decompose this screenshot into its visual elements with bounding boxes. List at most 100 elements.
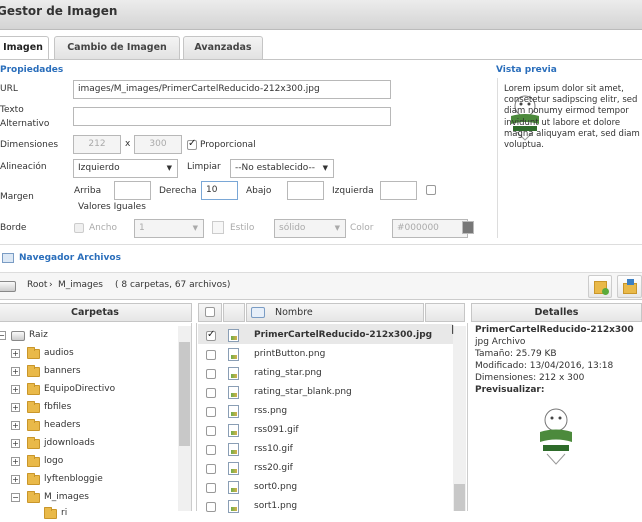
file-name[interactable]: PrimerCartelReducido-212x300.jpg: [254, 326, 432, 345]
new-folder-button[interactable]: [588, 275, 612, 298]
tree-folder-item[interactable]: lyftenbloggie: [44, 470, 103, 488]
expand-icon[interactable]: +: [11, 457, 20, 466]
height-input[interactable]: 300: [134, 135, 182, 154]
window-title-bar: Gestor de Imagen: [0, 0, 642, 30]
color-picker-icon[interactable]: [462, 221, 474, 234]
file-name[interactable]: rss10.gif: [254, 440, 293, 459]
clear-value: --No establecido--: [235, 163, 315, 173]
expand-icon[interactable]: −: [11, 493, 20, 502]
image-file-icon: [228, 443, 239, 456]
image-file-icon: [228, 424, 239, 437]
expand-icon[interactable]: +: [11, 349, 20, 358]
margin-left-input[interactable]: [380, 181, 417, 200]
expand-icon[interactable]: +: [11, 403, 20, 412]
file-checkbox[interactable]: [206, 445, 216, 455]
path-root[interactable]: Root: [27, 280, 47, 290]
tree-folder-item[interactable]: banners: [44, 362, 81, 380]
folder-scroll-thumb[interactable]: [179, 342, 190, 446]
file-name[interactable]: rss.png: [254, 402, 287, 421]
select-all-checkbox[interactable]: [205, 307, 215, 317]
tree-folder-item[interactable]: jdownloads: [44, 434, 95, 452]
border-style-value: sólido: [279, 223, 306, 233]
width-input[interactable]: 212: [73, 135, 121, 154]
file-checkbox[interactable]: [206, 407, 216, 417]
margin-bottom-input[interactable]: [287, 181, 324, 200]
detail-size: Tamaño: 25.79 KB: [475, 349, 557, 359]
file-checkbox[interactable]: [206, 388, 216, 398]
proportional-label: Proporcional: [200, 140, 256, 150]
clear-select[interactable]: --No establecido-- ▼: [230, 159, 334, 178]
tree-folder-item[interactable]: EquipoDirectivo: [44, 380, 115, 398]
border-style-select[interactable]: sólido ▼: [274, 219, 346, 238]
alt-input[interactable]: [73, 107, 391, 126]
navigator-divider: [0, 244, 642, 245]
file-name[interactable]: rss091.gif: [254, 421, 299, 440]
tab-cambio-de-imagen[interactable]: Cambio de Imagen: [54, 36, 180, 59]
border-color-label: Color: [350, 223, 374, 233]
file-name[interactable]: sort0.png: [254, 478, 297, 497]
url-input[interactable]: images/M_images/PrimerCartelReducido-212…: [73, 80, 391, 99]
file-checkbox[interactable]: [206, 483, 216, 493]
border-checkbox[interactable]: [74, 223, 84, 233]
expand-icon[interactable]: +: [11, 475, 20, 484]
file-scrollbar[interactable]: [453, 326, 466, 511]
margin-right-input[interactable]: 10: [201, 181, 238, 200]
image-file-icon: [228, 462, 239, 475]
file-name[interactable]: printButton.png: [254, 345, 325, 364]
file-scroll-thumb[interactable]: [454, 484, 465, 511]
collapse-icon[interactable]: −: [0, 331, 6, 340]
border-width-select[interactable]: 1 ▼: [134, 219, 204, 238]
file-checkbox[interactable]: [206, 329, 216, 341]
align-label: Alineación: [0, 162, 47, 172]
window-title: Gestor de Imagen: [0, 4, 118, 18]
drive-icon: [0, 281, 16, 292]
image-file-icon: [228, 386, 239, 399]
plus-badge-icon: [602, 288, 609, 295]
file-name[interactable]: rss20.gif: [254, 459, 293, 478]
file-checkbox[interactable]: [206, 464, 216, 474]
file-checkbox[interactable]: [206, 350, 216, 360]
file-name[interactable]: sort1.png: [254, 497, 297, 516]
alt-label-2: Alternativo: [0, 119, 50, 129]
file-name[interactable]: rating_star.png: [254, 364, 322, 383]
detail-preview-image: [534, 400, 578, 466]
tree-folder-item[interactable]: logo: [44, 452, 63, 470]
equal-values-checkbox[interactable]: [426, 185, 436, 195]
folder-summary: ( 8 carpetas, 67 archivos): [115, 280, 231, 290]
select-all-header[interactable]: [198, 303, 222, 322]
tab-avanzadas[interactable]: Avanzadas: [183, 36, 263, 59]
margin-top-input[interactable]: [114, 181, 151, 200]
margin-bottom-label: Abajo: [246, 186, 272, 196]
tree-folder-item[interactable]: audios: [44, 344, 74, 362]
file-checkbox[interactable]: [206, 369, 216, 379]
dimensions-label: Dimensiones: [0, 140, 59, 150]
expand-icon[interactable]: +: [11, 439, 20, 448]
detail-preview-label: Previsualizar:: [475, 385, 545, 395]
proportional-checkbox[interactable]: [187, 138, 197, 150]
tab-imagen[interactable]: Imagen: [0, 36, 49, 60]
upload-button[interactable]: [617, 275, 642, 298]
expand-icon[interactable]: +: [11, 367, 20, 376]
folder-scrollbar[interactable]: [178, 326, 191, 511]
tab-divider: [0, 59, 642, 60]
chevron-down-icon: ▼: [334, 224, 340, 232]
path-folder[interactable]: M_images: [58, 280, 103, 290]
search-icon: [251, 307, 265, 318]
file-checkbox[interactable]: [206, 426, 216, 436]
border-color-input[interactable]: #000000: [392, 219, 468, 238]
folder-icon: [27, 437, 40, 449]
name-header[interactable]: Nombre: [246, 303, 424, 322]
margin-right-label: Derecha: [159, 186, 197, 196]
folder-icon: [27, 455, 40, 467]
file-name[interactable]: rating_star_blank.png: [254, 383, 352, 402]
border-width-label: Ancho: [89, 223, 118, 233]
align-select[interactable]: Izquierdo ▼: [73, 159, 178, 178]
expand-icon[interactable]: +: [11, 385, 20, 394]
tree-folder-item[interactable]: ri: [61, 504, 67, 522]
expand-icon[interactable]: +: [11, 421, 20, 430]
border-style-label: Estilo: [230, 223, 255, 233]
preview-text: Lorem ipsum dolor sit amet, consetetur s…: [504, 84, 640, 151]
tree-root[interactable]: Raiz: [29, 326, 48, 344]
tree-folder-item[interactable]: headers: [44, 416, 80, 434]
tree-folder-item[interactable]: fbfiles: [44, 398, 71, 416]
